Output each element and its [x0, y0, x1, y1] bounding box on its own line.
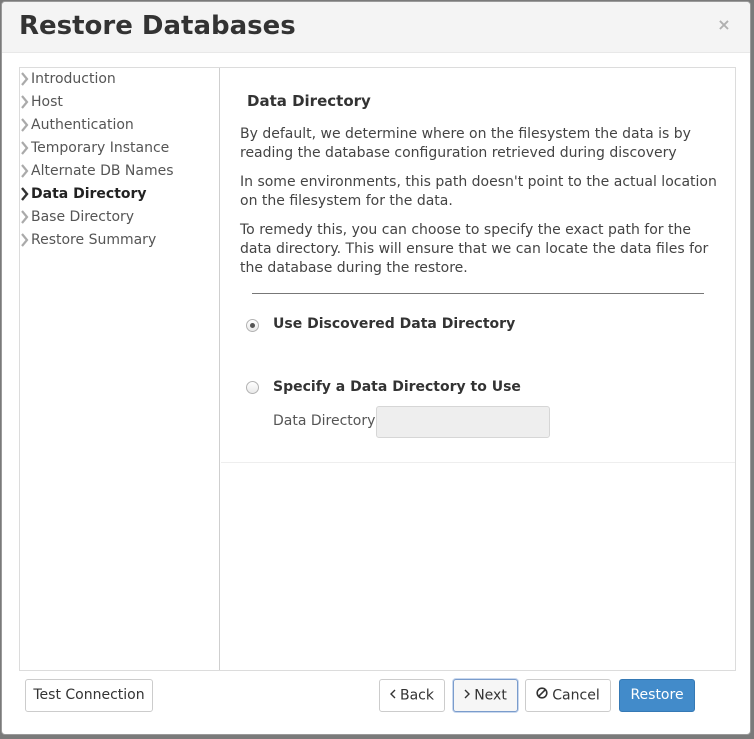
- restore-button[interactable]: Restore: [619, 679, 695, 712]
- specify-directory-label[interactable]: Specify a Data Directory to Use: [273, 379, 521, 395]
- test-connection-button[interactable]: Test Connection: [25, 679, 153, 712]
- wizard-steps: Introduction Host Authentication Tempora…: [20, 68, 220, 670]
- section-divider: [252, 293, 704, 294]
- step-authentication[interactable]: Authentication: [20, 114, 219, 136]
- step-temporary-instance[interactable]: Temporary Instance: [20, 137, 219, 159]
- step-label: Base Directory: [31, 209, 135, 225]
- chevron-right-icon: [20, 137, 30, 159]
- step-restore-summary[interactable]: Restore Summary: [20, 229, 219, 251]
- back-button[interactable]: Back: [379, 679, 445, 712]
- chevron-right-icon: [20, 160, 30, 182]
- intro-paragraph: By default, we determine where on the fi…: [240, 126, 691, 161]
- chevron-right-icon: [20, 229, 30, 251]
- step-alternate-db-names[interactable]: Alternate DB Names: [20, 160, 219, 182]
- next-button[interactable]: Next: [453, 679, 518, 712]
- wizard-body: Introduction Host Authentication Tempora…: [19, 67, 736, 671]
- restore-databases-dialog: Restore Databases × Introduction Host Au…: [1, 1, 751, 735]
- step-label: Introduction: [31, 71, 116, 87]
- step-label: Alternate DB Names: [31, 163, 174, 179]
- use-discovered-label[interactable]: Use Discovered Data Directory: [273, 316, 515, 332]
- test-connection-label: Test Connection: [33, 687, 145, 703]
- next-label: Next: [474, 687, 507, 704]
- step-host[interactable]: Host: [20, 91, 219, 113]
- step-label: Data Directory: [31, 186, 147, 202]
- chevron-right-icon: [464, 680, 471, 711]
- step-label: Host: [31, 94, 63, 110]
- dialog-header: Restore Databases ×: [2, 2, 750, 53]
- cancel-button[interactable]: Cancel: [525, 679, 611, 712]
- restore-label: Restore: [630, 687, 684, 703]
- close-button[interactable]: ×: [717, 17, 731, 33]
- panel-heading: Data Directory: [247, 92, 371, 110]
- chevron-left-icon: [390, 680, 396, 711]
- back-label: Back: [400, 687, 434, 704]
- environment-paragraph: In some environments, this path doesn't …: [240, 174, 717, 209]
- remedy-paragraph: To remedy this, you can choose to specif…: [240, 222, 709, 276]
- dialog-title: Restore Databases: [19, 11, 296, 41]
- step-label: Temporary Instance: [31, 140, 170, 156]
- chevron-right-icon: [20, 114, 30, 136]
- step-introduction[interactable]: Introduction: [20, 68, 219, 90]
- use-discovered-radio[interactable]: [246, 319, 259, 332]
- ban-icon: [536, 680, 548, 711]
- chevron-right-icon: [20, 206, 30, 228]
- chevron-right-icon: [20, 183, 30, 205]
- data-directory-label: Data Directory: [273, 413, 376, 429]
- chevron-right-icon: [20, 91, 30, 113]
- step-label: Authentication: [31, 117, 134, 133]
- specify-directory-radio[interactable]: [246, 381, 259, 394]
- step-data-directory[interactable]: Data Directory: [20, 183, 219, 205]
- step-label: Restore Summary: [31, 232, 157, 248]
- data-directory-input[interactable]: [376, 406, 550, 438]
- step-base-directory[interactable]: Base Directory: [20, 206, 219, 228]
- data-directory-panel: Data Directory By default, we determine …: [221, 68, 735, 463]
- chevron-right-icon: [20, 68, 30, 90]
- cancel-label: Cancel: [552, 687, 600, 704]
